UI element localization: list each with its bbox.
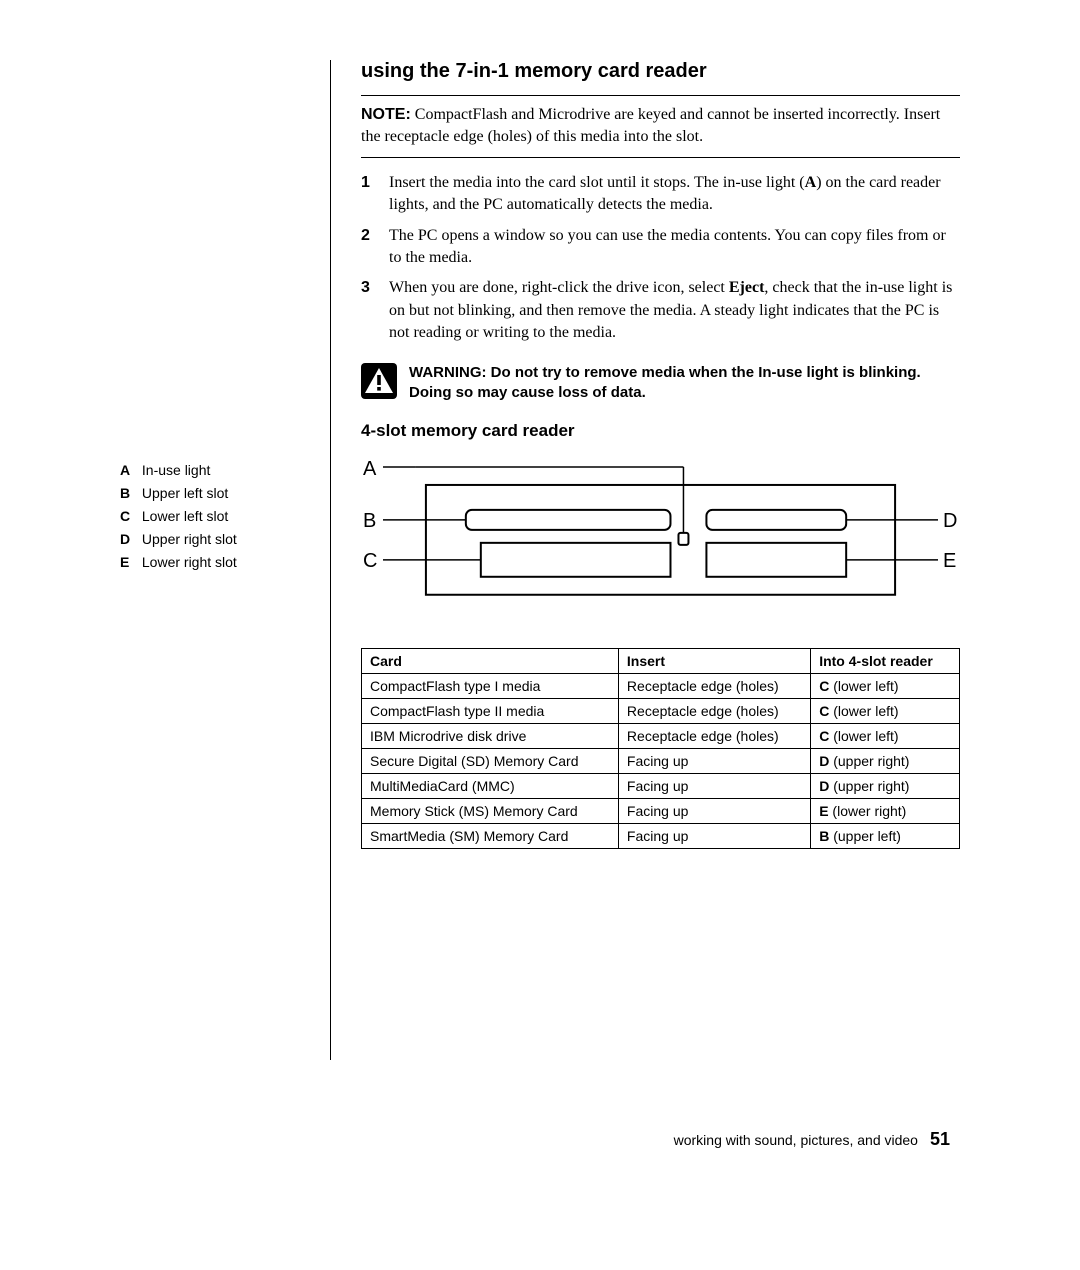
legend-row: D Upper right slot <box>120 529 310 550</box>
svg-text:D: D <box>943 510 957 532</box>
page-footer: working with sound, pictures, and video5… <box>674 1129 950 1150</box>
table-row: SmartMedia (SM) Memory CardFacing upB (u… <box>362 823 960 848</box>
divider <box>361 95 960 96</box>
card-reader-diagram: A B C D E <box>361 455 960 620</box>
table-row: IBM Microdrive disk driveReceptacle edge… <box>362 723 960 748</box>
legend-row: B Upper left slot <box>120 483 310 504</box>
instruction-steps: Insert the media into the card slot unti… <box>361 172 960 345</box>
warning-text: WARNING: Do not try to remove media when… <box>409 363 960 404</box>
table-row: MultiMediaCard (MMC)Facing upD (upper ri… <box>362 773 960 798</box>
table-row: Secure Digital (SD) Memory CardFacing up… <box>362 748 960 773</box>
main-content: using the 7-in-1 memory card reader NOTE… <box>351 60 960 1060</box>
legend-sidebar: A In-use light B Upper left slot C Lower… <box>120 60 310 1060</box>
step-item: When you are done, right-click the drive… <box>361 277 960 344</box>
sub-heading: 4-slot memory card reader <box>361 421 960 441</box>
legend-row: E Lower right slot <box>120 552 310 573</box>
svg-text:B: B <box>363 510 376 532</box>
divider <box>361 157 960 158</box>
col-slot: Into 4-slot reader <box>811 648 960 673</box>
step-item: The PC opens a window so you can use the… <box>361 225 960 270</box>
table-row: CompactFlash type I mediaReceptacle edge… <box>362 673 960 698</box>
col-insert: Insert <box>618 648 810 673</box>
column-divider <box>330 60 331 1060</box>
legend-row: C Lower left slot <box>120 506 310 527</box>
table-row: Memory Stick (MS) Memory CardFacing upE … <box>362 798 960 823</box>
legend-row: A In-use light <box>120 460 310 481</box>
note-block: NOTE: CompactFlash and Microdrive are ke… <box>361 104 960 149</box>
svg-text:C: C <box>363 550 377 572</box>
svg-text:A: A <box>363 458 377 480</box>
step-item: Insert the media into the card slot unti… <box>361 172 960 217</box>
warning-block: WARNING: Do not try to remove media when… <box>361 363 960 404</box>
svg-text:E: E <box>943 550 956 572</box>
warning-icon <box>361 363 397 399</box>
table-row: CompactFlash type II mediaReceptacle edg… <box>362 698 960 723</box>
col-card: Card <box>362 648 619 673</box>
section-title: using the 7-in-1 memory card reader <box>361 60 960 83</box>
card-table: Card Insert Into 4-slot reader CompactFl… <box>361 648 960 849</box>
